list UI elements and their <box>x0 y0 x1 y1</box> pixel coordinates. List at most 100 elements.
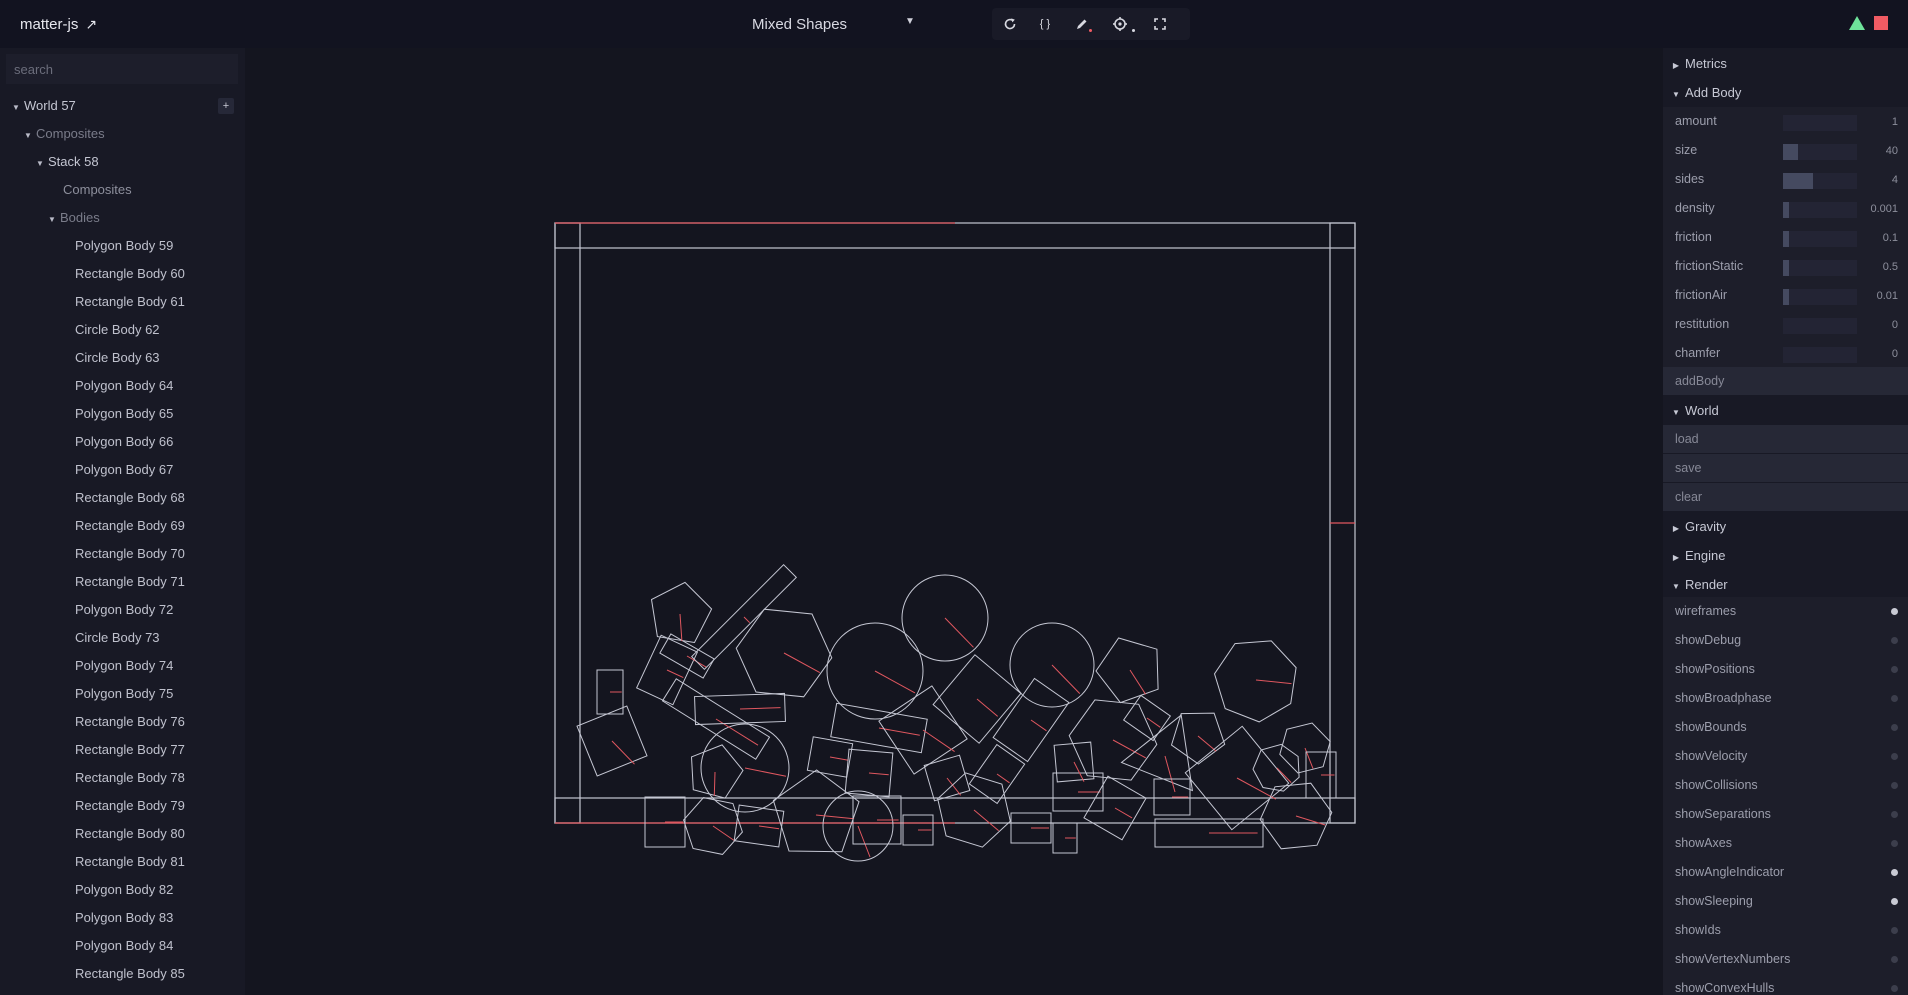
tree-item-composites[interactable]: ▼ Composites <box>24 124 105 144</box>
tree-item-bodies[interactable]: ▼ Bodies <box>48 208 100 228</box>
tree-item-body[interactable]: Rectangle Body 61 <box>75 292 185 312</box>
toggle-indicator-icon[interactable] <box>1891 637 1898 644</box>
tree-item-body[interactable]: Rectangle Body 80 <box>75 824 185 844</box>
prop-slider[interactable] <box>1783 202 1857 218</box>
toggle-indicator-icon[interactable] <box>1891 927 1898 934</box>
toggle-indicator-icon[interactable] <box>1891 695 1898 702</box>
prop-slider[interactable] <box>1783 115 1857 131</box>
fullscreen-icon[interactable] <box>1152 16 1168 32</box>
load-button[interactable]: load <box>1663 425 1908 453</box>
tree-item-body[interactable]: Polygon Body 66 <box>75 432 173 452</box>
clear-button[interactable]: clear <box>1663 483 1908 511</box>
brand-link[interactable]: matter-js ↗ <box>20 16 97 33</box>
tree-item-body[interactable]: Polygon Body 82 <box>75 880 173 900</box>
prop-value[interactable]: 0.01 <box>1877 290 1898 302</box>
tree-item-body[interactable]: Rectangle Body 60 <box>75 264 185 284</box>
tree-item-body[interactable]: Polygon Body 83 <box>75 908 173 928</box>
tree-item-body[interactable]: Rectangle Body 70 <box>75 544 185 564</box>
toggle-indicator-icon[interactable] <box>1891 811 1898 818</box>
toggle-indicator-icon[interactable] <box>1891 898 1898 905</box>
section-world[interactable]: ▼ World <box>1663 399 1908 423</box>
reset-icon[interactable] <box>1002 16 1018 32</box>
prop-slider[interactable] <box>1783 173 1857 189</box>
caret-down-icon[interactable]: ▼ <box>24 126 36 146</box>
caret-down-icon[interactable]: ▼ <box>36 154 48 174</box>
prop-slider[interactable] <box>1783 289 1857 305</box>
prop-value[interactable]: 0 <box>1892 348 1898 360</box>
toggle-showdebug[interactable]: showDebug <box>1663 626 1908 655</box>
section-render[interactable]: ▼ Render <box>1663 573 1908 597</box>
toggle-showcollisions[interactable]: showCollisions <box>1663 771 1908 800</box>
tree-item-body[interactable]: Rectangle Body 79 <box>75 796 185 816</box>
toggle-showconvexhulls[interactable]: showConvexHulls <box>1663 974 1908 995</box>
pencil-icon[interactable] <box>1074 16 1090 32</box>
prop-value[interactable]: 0.5 <box>1883 261 1898 273</box>
prop-slider[interactable] <box>1783 144 1857 160</box>
tree-item-stack-composites[interactable]: Composites <box>63 180 132 200</box>
prop-slider[interactable] <box>1783 318 1857 334</box>
tree-item-stack[interactable]: ▼ Stack 58 <box>36 152 99 172</box>
toggle-showbounds[interactable]: showBounds <box>1663 713 1908 742</box>
toggle-indicator-icon[interactable] <box>1891 869 1898 876</box>
tree-item-body[interactable]: Polygon Body 67 <box>75 460 173 480</box>
prop-value[interactable]: 0 <box>1892 319 1898 331</box>
tree-item-body[interactable]: Rectangle Body 78 <box>75 768 185 788</box>
tree-item-body[interactable]: Polygon Body 64 <box>75 376 173 396</box>
prop-slider[interactable] <box>1783 231 1857 247</box>
section-gravity[interactable]: ▶ Gravity <box>1663 515 1908 539</box>
example-select[interactable]: Mixed Shapes <box>752 16 847 33</box>
toggle-wireframes[interactable]: wireframes <box>1663 597 1908 626</box>
prop-value[interactable]: 0.1 <box>1883 232 1898 244</box>
code-icon[interactable]: { } <box>1034 16 1056 32</box>
prop-value[interactable]: 4 <box>1892 174 1898 186</box>
toggle-indicator-icon[interactable] <box>1891 753 1898 760</box>
add-button[interactable]: + <box>218 98 234 114</box>
tree-item-body[interactable]: Circle Body 62 <box>75 320 160 340</box>
toggle-showpositions[interactable]: showPositions <box>1663 655 1908 684</box>
prop-slider[interactable] <box>1783 260 1857 276</box>
toggle-indicator-icon[interactable] <box>1891 956 1898 963</box>
toggle-showids[interactable]: showIds <box>1663 916 1908 945</box>
toggle-showangleindicator[interactable]: showAngleIndicator <box>1663 858 1908 887</box>
section-metrics[interactable]: ▶ Metrics <box>1663 52 1908 76</box>
section-engine[interactable]: ▶ Engine <box>1663 544 1908 568</box>
caret-down-icon[interactable]: ▼ <box>12 98 24 118</box>
caret-down-icon[interactable]: ▼ <box>48 210 60 230</box>
tree-item-world[interactable]: ▼ World 57 <box>12 96 76 116</box>
save-button[interactable]: save <box>1663 454 1908 482</box>
tree-item-body[interactable]: Polygon Body 72 <box>75 600 173 620</box>
tree-item-body[interactable]: Rectangle Body 77 <box>75 740 185 760</box>
tree-item-body[interactable]: Rectangle Body 76 <box>75 712 185 732</box>
tree-item-body[interactable]: Circle Body 73 <box>75 628 160 648</box>
search-input[interactable] <box>6 54 238 84</box>
toggle-indicator-icon[interactable] <box>1891 782 1898 789</box>
tree-item-body[interactable]: Polygon Body 75 <box>75 684 173 704</box>
toggle-showsleeping[interactable]: showSleeping <box>1663 887 1908 916</box>
section-add-body[interactable]: ▼ Add Body <box>1663 81 1908 105</box>
prop-slider[interactable] <box>1783 347 1857 363</box>
chevron-down-icon[interactable]: ▼ <box>905 16 915 27</box>
toggle-showbroadphase[interactable]: showBroadphase <box>1663 684 1908 713</box>
toggle-indicator-icon[interactable] <box>1891 840 1898 847</box>
toggle-showvertexnumbers[interactable]: showVertexNumbers <box>1663 945 1908 974</box>
render-canvas[interactable] <box>245 48 1663 995</box>
tree-item-body[interactable]: Rectangle Body 81 <box>75 852 185 872</box>
toggle-showseparations[interactable]: showSeparations <box>1663 800 1908 829</box>
toggle-indicator-icon[interactable] <box>1891 608 1898 615</box>
tree-item-body[interactable]: Rectangle Body 85 <box>75 964 185 984</box>
toggle-indicator-icon[interactable] <box>1891 724 1898 731</box>
tree-item-body[interactable]: Rectangle Body 71 <box>75 572 185 592</box>
prop-value[interactable]: 1 <box>1892 116 1898 128</box>
tree-item-body[interactable]: Polygon Body 59 <box>75 236 173 256</box>
toggle-indicator-icon[interactable] <box>1891 985 1898 992</box>
tree-item-body[interactable]: Rectangle Body 68 <box>75 488 185 508</box>
tree-item-body[interactable]: Rectangle Body 69 <box>75 516 185 536</box>
gear-icon[interactable] <box>1112 16 1128 32</box>
prop-value[interactable]: 40 <box>1886 145 1898 157</box>
tree-item-body[interactable]: Polygon Body 84 <box>75 936 173 956</box>
tree-item-body[interactable]: Polygon Body 74 <box>75 656 173 676</box>
prop-value[interactable]: 0.001 <box>1870 203 1898 215</box>
toggle-indicator-icon[interactable] <box>1891 666 1898 673</box>
tree-item-body[interactable]: Polygon Body 65 <box>75 404 173 424</box>
toggle-showvelocity[interactable]: showVelocity <box>1663 742 1908 771</box>
